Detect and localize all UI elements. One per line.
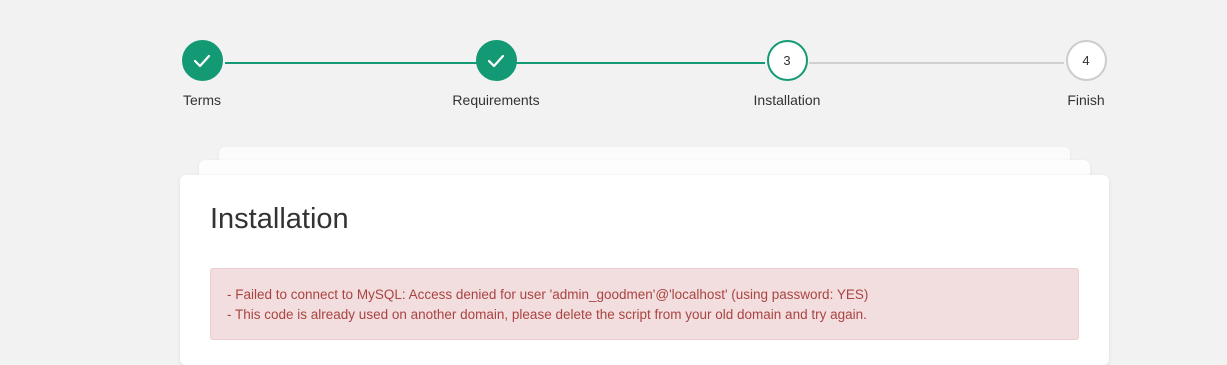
step-terms-label: Terms [182, 92, 222, 108]
step-requirements-label: Requirements [452, 92, 540, 108]
step-terms-circle [181, 40, 223, 81]
check-icon [487, 54, 505, 67]
step-requirements-circle [475, 40, 517, 81]
step-installation-circle: 3 [766, 40, 808, 81]
check-icon [193, 54, 211, 67]
step-installation: 3 Installation [717, 40, 857, 108]
step-installation-label: Installation [753, 92, 821, 108]
installation-stepper: Terms Requirements 3 Installation 4 Fini… [0, 0, 1227, 120]
step-finish-circle: 4 [1065, 40, 1107, 81]
step-terms: Terms [132, 40, 272, 108]
error-message-domain: - This code is already used on another d… [227, 307, 867, 322]
step-finish: 4 Finish [1016, 40, 1156, 108]
page-title: Installation [210, 203, 349, 235]
step-finish-label: Finish [1067, 92, 1105, 108]
error-message-mysql: - Failed to connect to MySQL: Access den… [227, 287, 869, 302]
installation-card: Installation - Failed to connect to MySQ… [180, 175, 1109, 365]
error-alert: - Failed to connect to MySQL: Access den… [210, 268, 1079, 340]
step-requirements: Requirements [426, 40, 566, 108]
